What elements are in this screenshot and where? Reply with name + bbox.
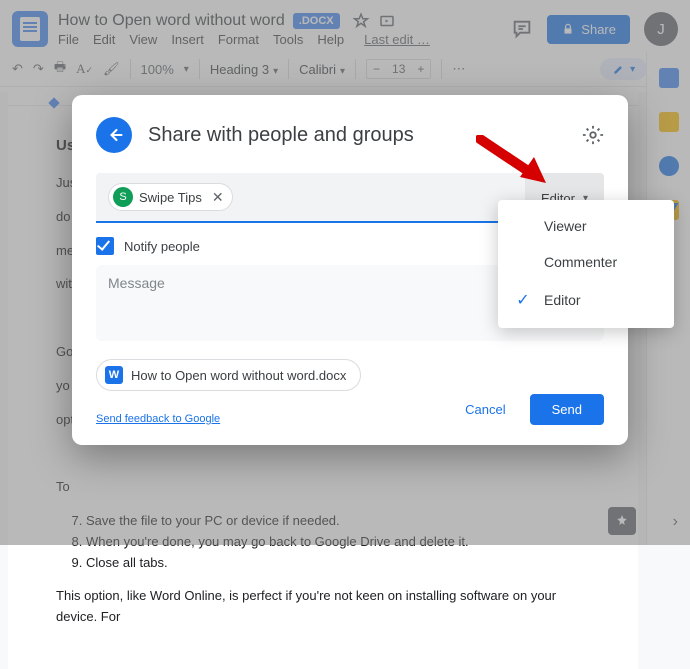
- attachment-chip[interactable]: W How to Open word without word.docx: [96, 359, 361, 391]
- word-file-icon: W: [105, 366, 123, 384]
- settings-gear-icon[interactable]: [582, 124, 604, 146]
- role-dropdown-menu: Viewer Commenter ✓ Editor: [498, 200, 674, 328]
- chip-remove-icon[interactable]: ✕: [212, 189, 224, 206]
- dialog-actions: Cancel Send: [449, 394, 604, 425]
- role-option-label: Commenter: [544, 254, 617, 270]
- check-slot: ✓: [514, 290, 532, 310]
- role-option-commenter[interactable]: Commenter: [498, 244, 674, 280]
- notify-checkbox[interactable]: [96, 237, 114, 255]
- doc-list-item: Close all tabs.: [86, 553, 590, 574]
- send-button[interactable]: Send: [530, 394, 604, 425]
- role-option-viewer[interactable]: Viewer: [498, 208, 674, 244]
- attachment-filename: How to Open word without word.docx: [131, 368, 346, 383]
- check-icon: ✓: [516, 290, 529, 310]
- notify-label: Notify people: [124, 239, 200, 254]
- dialog-title: Share with people and groups: [148, 124, 566, 147]
- back-button[interactable]: [96, 117, 132, 153]
- person-chip[interactable]: S Swipe Tips ✕: [108, 183, 233, 211]
- doc-text: This option, like Word Online, is perfec…: [56, 586, 590, 628]
- people-input[interactable]: S Swipe Tips ✕: [96, 173, 525, 223]
- app-root: How to Open word without word .DOCX File…: [0, 0, 690, 545]
- chip-avatar: S: [113, 187, 133, 207]
- role-option-label: Viewer: [544, 218, 587, 234]
- dialog-header: Share with people and groups: [96, 117, 604, 153]
- role-option-label: Editor: [544, 292, 581, 308]
- chip-name: Swipe Tips: [139, 190, 202, 205]
- arrow-left-icon: [104, 125, 124, 145]
- cancel-button[interactable]: Cancel: [449, 394, 521, 425]
- role-option-editor[interactable]: ✓ Editor: [498, 280, 674, 320]
